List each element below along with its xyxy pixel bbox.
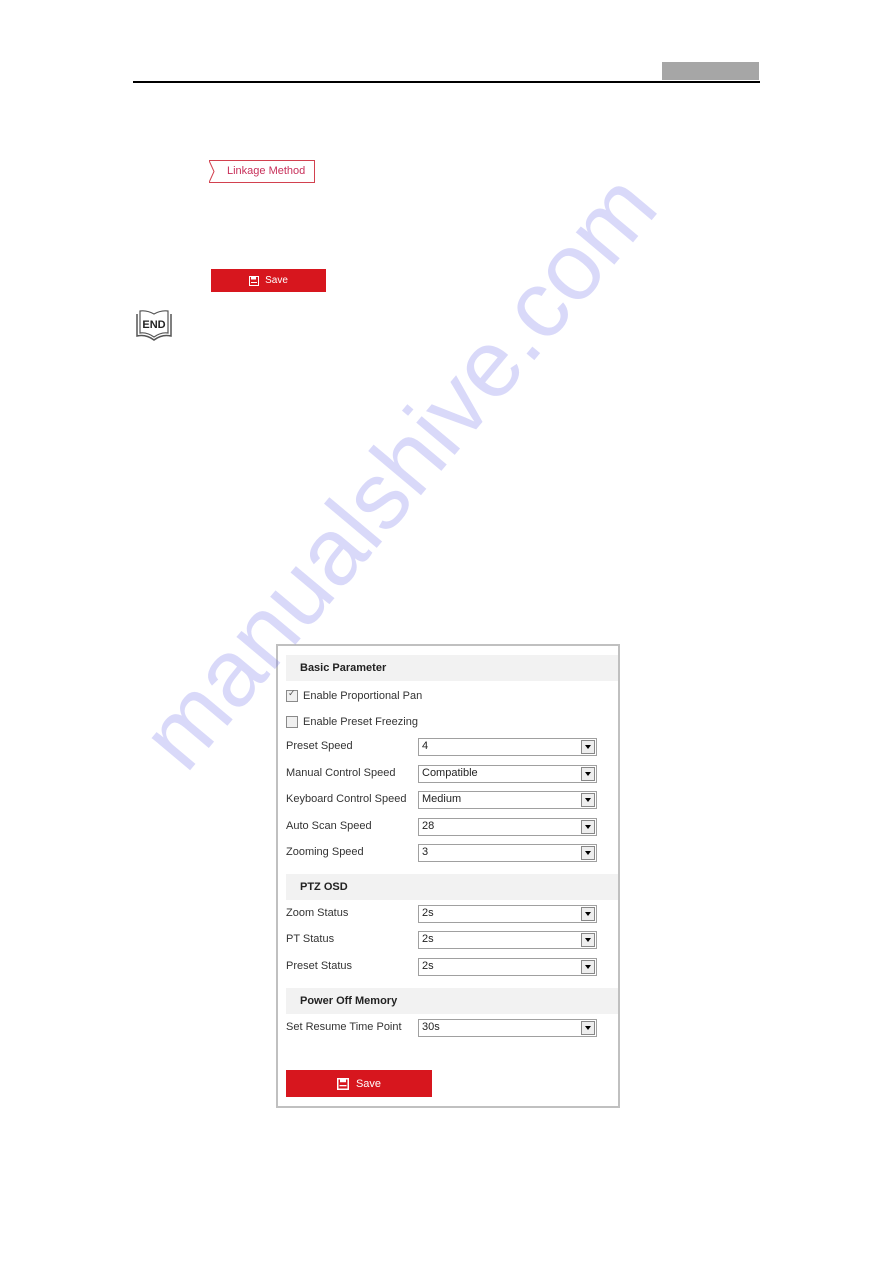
select-value: 2s xyxy=(422,907,434,919)
manual-control-speed-select[interactable]: Compatible xyxy=(418,765,597,783)
dropdown-arrow-icon[interactable] xyxy=(581,793,595,807)
field-label: Keyboard Control Speed xyxy=(286,793,407,805)
end-label: END xyxy=(142,319,165,331)
dropdown-arrow-icon[interactable] xyxy=(581,846,595,860)
checkbox-label: Enable Preset Freezing xyxy=(303,716,418,728)
field-label: Zooming Speed xyxy=(286,846,364,858)
select-value: 2s xyxy=(422,960,434,972)
zooming-speed-select[interactable]: 3 xyxy=(418,844,597,862)
zoom-status-select[interactable]: 2s xyxy=(418,905,597,923)
dropdown-arrow-icon[interactable] xyxy=(581,933,595,947)
dropdown-arrow-icon[interactable] xyxy=(581,740,595,754)
field-keyboard-control-speed: Keyboard Control Speed Medium xyxy=(286,791,597,809)
end-book-icon: END xyxy=(134,308,174,344)
pt-status-select[interactable]: 2s xyxy=(418,931,597,949)
field-manual-control-speed: Manual Control Speed Compatible xyxy=(286,765,597,783)
dropdown-arrow-icon[interactable] xyxy=(581,1021,595,1035)
auto-scan-speed-select[interactable]: 28 xyxy=(418,818,597,836)
checkbox-row-proportional-pan[interactable]: Enable Proportional Pan xyxy=(286,688,422,704)
dropdown-arrow-icon[interactable] xyxy=(581,767,595,781)
preset-status-select[interactable]: 2s xyxy=(418,958,597,976)
dropdown-arrow-icon[interactable] xyxy=(581,820,595,834)
save-label: Save xyxy=(355,1077,382,1090)
resume-time-point-select[interactable]: 30s xyxy=(418,1019,597,1037)
field-auto-scan-speed: Auto Scan Speed 28 xyxy=(286,818,597,836)
save-small-label: Save xyxy=(265,275,288,286)
field-zooming-speed: Zooming Speed 3 xyxy=(286,844,597,862)
save-button-small[interactable]: Save xyxy=(211,269,326,292)
ptz-settings-panel: Basic Parameter Enable Proportional Pan … xyxy=(276,644,620,1108)
field-preset-speed: Preset Speed 4 xyxy=(286,738,597,756)
select-value: 4 xyxy=(422,740,429,752)
floppy-disk-icon xyxy=(249,275,260,286)
section-power-off-memory: Power Off Memory xyxy=(286,988,618,1014)
field-zoom-status: Zoom Status 2s xyxy=(286,905,597,923)
checkbox-proportional-pan[interactable] xyxy=(286,688,298,702)
checkbox-label: Enable Proportional Pan xyxy=(303,690,423,702)
section-ptz-osd: PTZ OSD xyxy=(286,874,618,900)
dropdown-arrow-icon[interactable] xyxy=(581,907,595,921)
field-pt-status: PT Status 2s xyxy=(286,931,597,949)
select-value: Medium xyxy=(422,793,462,805)
field-label: Zoom Status xyxy=(286,907,349,919)
preset-speed-select[interactable]: 4 xyxy=(418,738,597,756)
linkage-method-tab[interactable]: Linkage Method xyxy=(209,160,315,183)
field-label: Auto Scan Speed xyxy=(286,820,372,832)
field-label: Preset Speed xyxy=(286,740,353,752)
field-label: Set Resume Time Point xyxy=(286,1021,402,1033)
save-button[interactable]: Save xyxy=(286,1070,432,1097)
field-preset-status: Preset Status 2s xyxy=(286,958,597,976)
checkbox-row-preset-freezing[interactable]: Enable Preset Freezing xyxy=(286,714,418,730)
linkage-method-label: Linkage Method xyxy=(227,165,306,177)
header-gray-block xyxy=(662,62,759,80)
dropdown-arrow-icon[interactable] xyxy=(581,960,595,974)
select-value: 30s xyxy=(422,1021,440,1033)
field-label: Preset Status xyxy=(286,960,353,972)
keyboard-control-speed-select[interactable]: Medium xyxy=(418,791,597,809)
header-rule xyxy=(133,81,760,83)
field-set-resume-time-point: Set Resume Time Point 30s xyxy=(286,1019,597,1037)
select-value: 3 xyxy=(422,846,429,858)
select-value: 28 xyxy=(422,820,435,832)
select-value: 2s xyxy=(422,933,434,945)
floppy-disk-icon xyxy=(336,1077,349,1090)
checkbox-preset-freezing[interactable] xyxy=(286,716,298,728)
select-value: Compatible xyxy=(422,767,478,779)
field-label: PT Status xyxy=(286,933,335,945)
field-label: Manual Control Speed xyxy=(286,767,396,779)
section-basic-parameter: Basic Parameter xyxy=(286,655,618,681)
